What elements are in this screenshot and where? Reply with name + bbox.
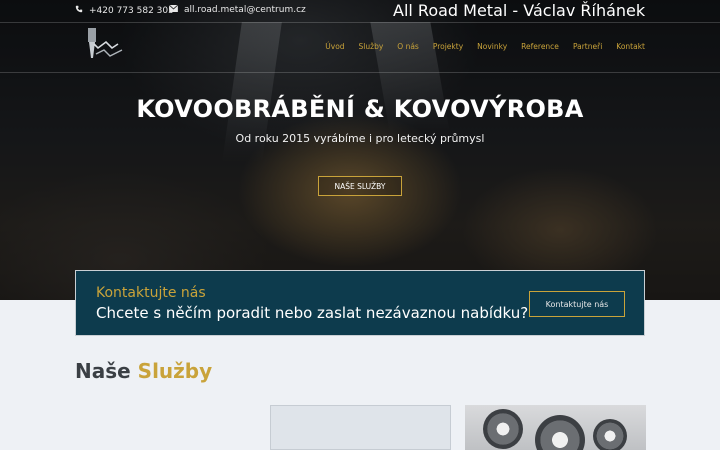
main-nav: Úvod Služby O nás Projekty Novinky Refer… <box>311 42 645 51</box>
phone-icon <box>75 5 83 16</box>
site-brand[interactable]: All Road Metal - Václav Říhánek <box>393 1 645 20</box>
services-title-plain: Naše <box>75 359 131 383</box>
services-button[interactable]: NAŠE SLUŽBY <box>318 176 402 196</box>
top-bar: +420 773 582 305 all.road.metal@centrum.… <box>0 0 720 22</box>
email-address: all.road.metal@centrum.cz <box>184 5 306 15</box>
phone-contact[interactable]: +420 773 582 305 <box>75 5 174 16</box>
nav-item-o-nas[interactable]: O nás <box>397 42 419 51</box>
nav-item-kontakt[interactable]: Kontakt <box>616 42 645 51</box>
service-card[interactable] <box>270 405 451 450</box>
contact-button[interactable]: Kontaktujte nás <box>529 291 625 317</box>
hero-section: +420 773 582 305 all.road.metal@centrum.… <box>0 0 720 300</box>
nav-item-sluzby[interactable]: Služby <box>359 42 384 51</box>
nav-item-partneri[interactable]: Partneři <box>573 42 602 51</box>
topbar-divider <box>0 22 720 23</box>
phone-number: +420 773 582 305 <box>89 5 174 16</box>
contact-text: Chcete s něčím poradit nebo zaslat nezáv… <box>96 304 529 322</box>
service-card-image[interactable] <box>465 405 646 450</box>
services-title-accent: Služby <box>137 359 213 383</box>
contact-heading: Kontaktujte nás <box>96 285 206 301</box>
hero-title: KOVOOBRÁBĚNÍ & KOVOVÝROBA <box>136 95 584 123</box>
services-section-title: Naše Služby <box>75 359 212 383</box>
contact-banner: Kontaktujte nás Chcete s něčím poradit n… <box>75 270 645 336</box>
hero-subtitle: Od roku 2015 vyrábíme i pro letecký prům… <box>235 132 485 145</box>
email-contact[interactable]: all.road.metal@centrum.cz <box>168 4 306 15</box>
nav-divider <box>0 72 720 73</box>
envelope-icon <box>168 4 179 15</box>
nav-item-novinky[interactable]: Novinky <box>477 42 507 51</box>
nav-item-uvod[interactable]: Úvod <box>325 42 344 51</box>
nav-item-projekty[interactable]: Projekty <box>433 42 463 51</box>
nav-item-reference[interactable]: Reference <box>521 42 559 51</box>
site-logo[interactable] <box>78 28 128 68</box>
